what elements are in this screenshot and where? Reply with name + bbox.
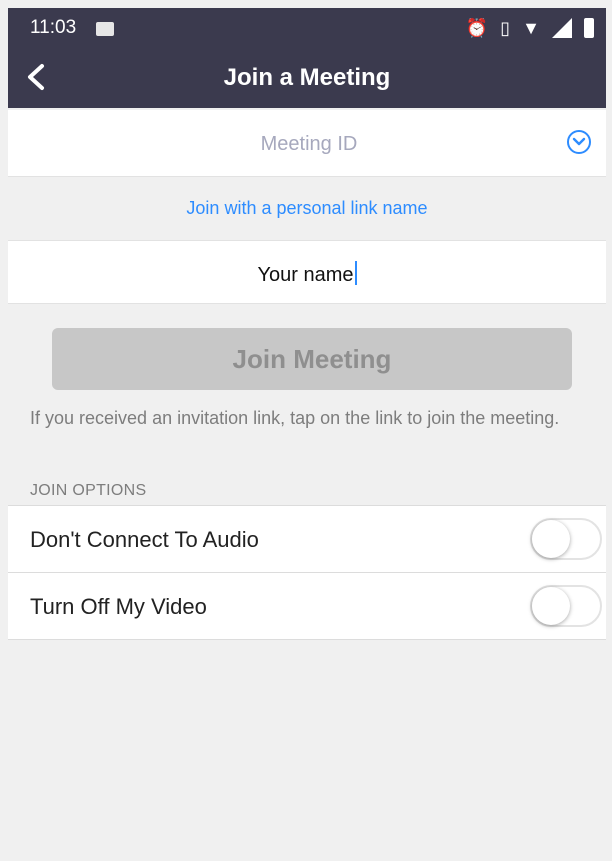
name-input-value: Your name [257, 264, 354, 286]
status-time: 11:03 [30, 17, 77, 38]
vibrate-icon: ▯ [500, 18, 511, 38]
toggle-knob [532, 520, 570, 558]
text-cursor [354, 261, 357, 285]
name-input[interactable]: Your name [8, 261, 606, 287]
signal-icon [552, 18, 572, 38]
name-row: Your name [8, 240, 606, 304]
option-label-audio: Don't Connect To Audio [30, 527, 259, 552]
personal-link-row: Join with a personal link name [8, 178, 606, 238]
meeting-id-dropdown-button[interactable] [567, 130, 591, 154]
personal-link-name-link[interactable]: Join with a personal link name [8, 198, 606, 219]
wifi-icon: ▼ [522, 18, 540, 38]
meeting-id-row [8, 110, 610, 178]
option-row-audio: Don't Connect To Audio [8, 505, 606, 572]
invitation-hint: If you received an invitation link, tap … [30, 408, 560, 428]
chevron-down-icon [572, 137, 586, 146]
status-bar: 11:03 ⏰ ▯ ▼ [8, 8, 606, 50]
app-header: Join a Meeting [8, 50, 606, 108]
status-icons: ⏰ ▯ ▼ [466, 16, 594, 40]
meeting-id-input[interactable] [8, 110, 610, 178]
alarm-icon: ⏰ [465, 18, 489, 38]
page-title: Join a Meeting [223, 64, 391, 91]
toggle-knob [532, 587, 570, 625]
option-row-video: Turn Off My Video [8, 572, 606, 640]
join-meeting-button[interactable]: Join Meeting [52, 328, 572, 390]
join-options-heading: JOIN OPTIONS [30, 482, 147, 499]
notification-icon [96, 22, 114, 36]
audio-toggle[interactable] [530, 518, 602, 560]
option-label-video: Turn Off My Video [30, 594, 207, 619]
battery-icon [584, 18, 594, 38]
video-toggle[interactable] [530, 585, 602, 627]
